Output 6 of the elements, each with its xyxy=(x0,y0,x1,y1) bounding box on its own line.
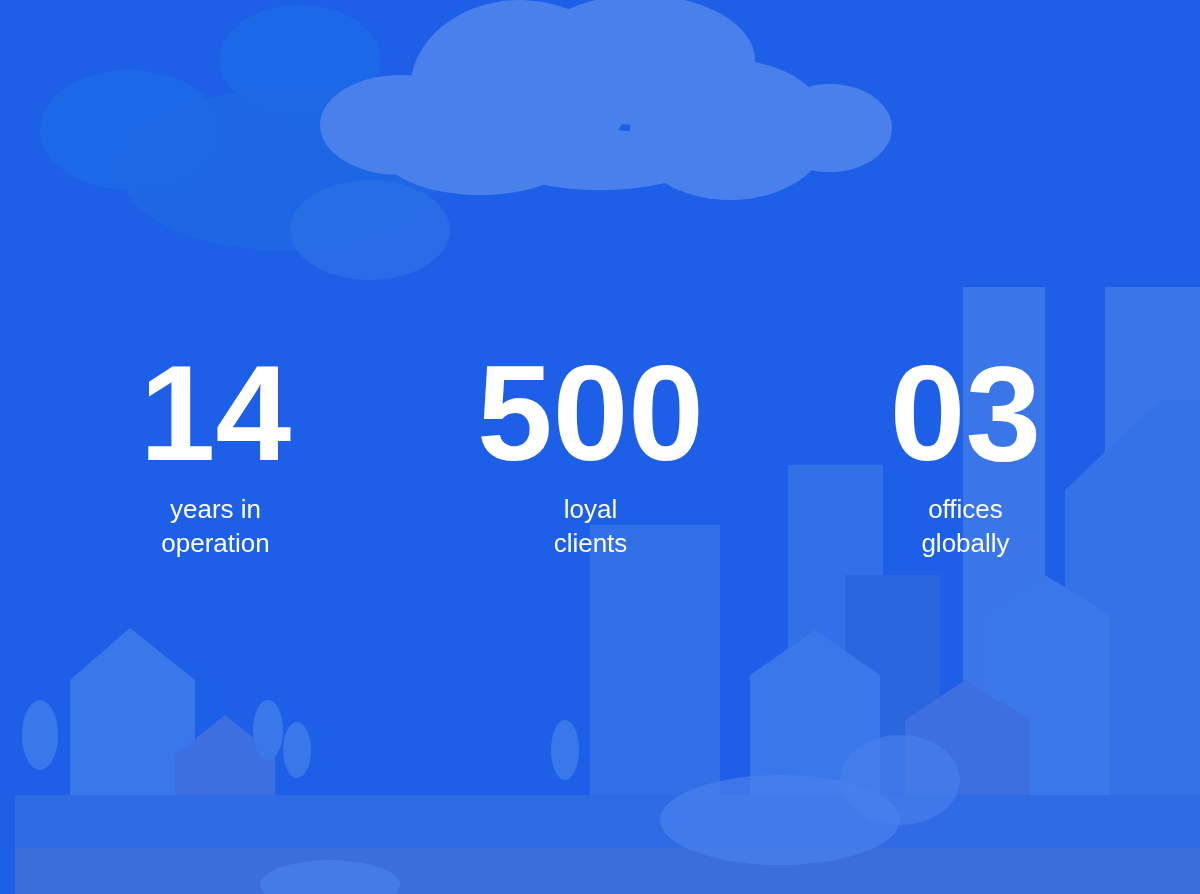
stat-number: 500 xyxy=(477,338,704,488)
stat-label: years in operation xyxy=(161,493,270,560)
stat-label: offices globally xyxy=(921,493,1010,560)
stat-number: 03 xyxy=(889,338,1042,488)
stat-number: 14 xyxy=(139,338,292,488)
stat-label: loyal clients xyxy=(553,493,628,560)
